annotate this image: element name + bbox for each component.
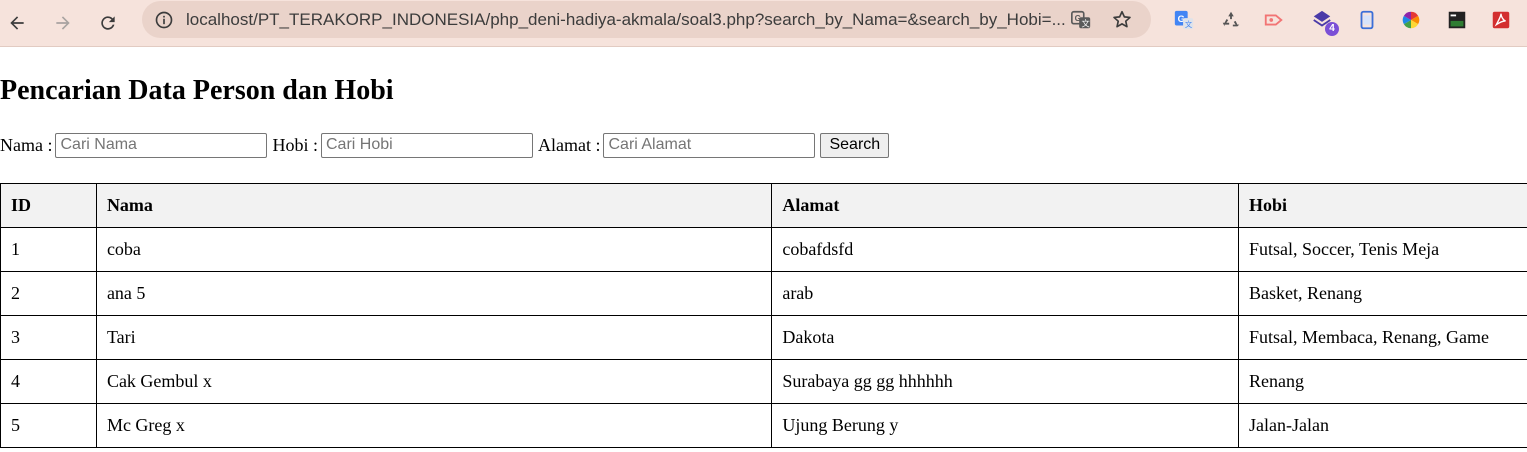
header-nama: Nama — [95, 183, 773, 228]
svg-text:文: 文 — [1185, 20, 1193, 29]
cell-id: 4 — [0, 359, 97, 404]
reload-icon — [101, 16, 115, 30]
cell-alamat: Dakota — [771, 315, 1240, 360]
cell-id: 5 — [0, 403, 97, 448]
pdf-extension-icon[interactable] — [1489, 8, 1513, 32]
extension-count-badge: 4 — [1325, 22, 1339, 36]
page-title: Pencarian Data Person dan Hobi — [0, 75, 394, 106]
cell-id: 3 — [0, 315, 97, 360]
color-picker-extension-icon[interactable] — [1399, 8, 1423, 32]
table-header-row: ID Nama Alamat Hobi — [0, 183, 1527, 228]
browser-toolbar: localhost/PT_TERAKORP_INDONESIA/php_deni… — [0, 0, 1527, 47]
cell-hobi: Jalan-Jalan — [1238, 403, 1527, 448]
arrow-right-icon — [56, 16, 70, 30]
hobi-search-input[interactable] — [321, 132, 533, 158]
forward-button[interactable] — [46, 6, 80, 40]
table-row: 3 Tari Dakota Futsal, Membaca, Renang, G… — [0, 315, 1527, 360]
table-row: 5 Mc Greg x Ujung Berung y Jalan-Jalan — [0, 403, 1527, 448]
alamat-search-input[interactable] — [603, 132, 816, 158]
nama-label: Nama : — [0, 134, 53, 155]
site-info-icon[interactable] — [150, 6, 178, 34]
terminal-extension-icon[interactable] — [1445, 8, 1469, 32]
cell-nama: coba — [95, 227, 773, 272]
cell-nama: Mc Greg x — [95, 403, 773, 448]
google-translate-extension-icon[interactable]: G文 — [1172, 8, 1196, 32]
url-text[interactable]: localhost/PT_TERAKORP_INDONESIA/php_deni… — [186, 1, 1066, 38]
cell-nama: ana 5 — [95, 271, 773, 316]
cell-alamat: cobafdsfd — [771, 227, 1240, 272]
screen-recorder-extension-icon[interactable] — [1262, 8, 1286, 32]
cell-id: 2 — [0, 271, 97, 316]
cell-alamat: Ujung Berung y — [771, 403, 1240, 448]
nama-search-input[interactable] — [55, 132, 268, 158]
person-table: ID Nama Alamat Hobi 1 coba cobafdsfd Fut… — [0, 183, 1527, 448]
cell-hobi: Futsal, Membaca, Renang, Game — [1238, 315, 1527, 360]
cell-nama: Cak Gembul x — [95, 359, 773, 404]
address-bar[interactable]: localhost/PT_TERAKORP_INDONESIA/php_deni… — [142, 1, 1151, 38]
table-row: 2 ana 5 arab Basket, Renang — [0, 271, 1527, 316]
cell-hobi: Renang — [1238, 359, 1527, 404]
recycle-extension-icon[interactable] — [1219, 8, 1243, 32]
svg-text:文: 文 — [1081, 18, 1089, 28]
hobi-label: Hobi : — [272, 134, 318, 155]
cell-hobi: Basket, Renang — [1238, 271, 1527, 316]
extensions-puzzle-icon[interactable]: 4 — [1310, 8, 1339, 36]
header-alamat: Alamat — [771, 183, 1240, 228]
header-hobi: Hobi — [1238, 183, 1527, 228]
clipboard-extension-icon[interactable] — [1355, 8, 1379, 32]
back-button[interactable] — [0, 6, 34, 40]
bookmark-star-icon[interactable] — [1110, 8, 1134, 32]
translate-icon[interactable]: G文 — [1069, 8, 1093, 32]
cell-hobi: Futsal, Soccer, Tenis Meja — [1238, 227, 1527, 272]
cell-alamat: Surabaya gg gg hhhhhh — [771, 359, 1240, 404]
search-form: Nama : Hobi : Alamat : Search — [0, 132, 890, 158]
arrow-left-icon — [10, 16, 24, 30]
cell-alamat: arab — [771, 271, 1240, 316]
search-button[interactable]: Search — [820, 132, 890, 158]
header-id: ID — [0, 183, 97, 228]
cell-nama: Tari — [95, 315, 773, 360]
cell-id: 1 — [0, 227, 97, 272]
reload-button[interactable] — [91, 6, 125, 40]
table-row: 1 coba cobafdsfd Futsal, Soccer, Tenis M… — [0, 227, 1527, 272]
alamat-label: Alamat : — [538, 134, 601, 155]
table-row: 4 Cak Gembul x Surabaya gg gg hhhhhh Ren… — [0, 359, 1527, 404]
